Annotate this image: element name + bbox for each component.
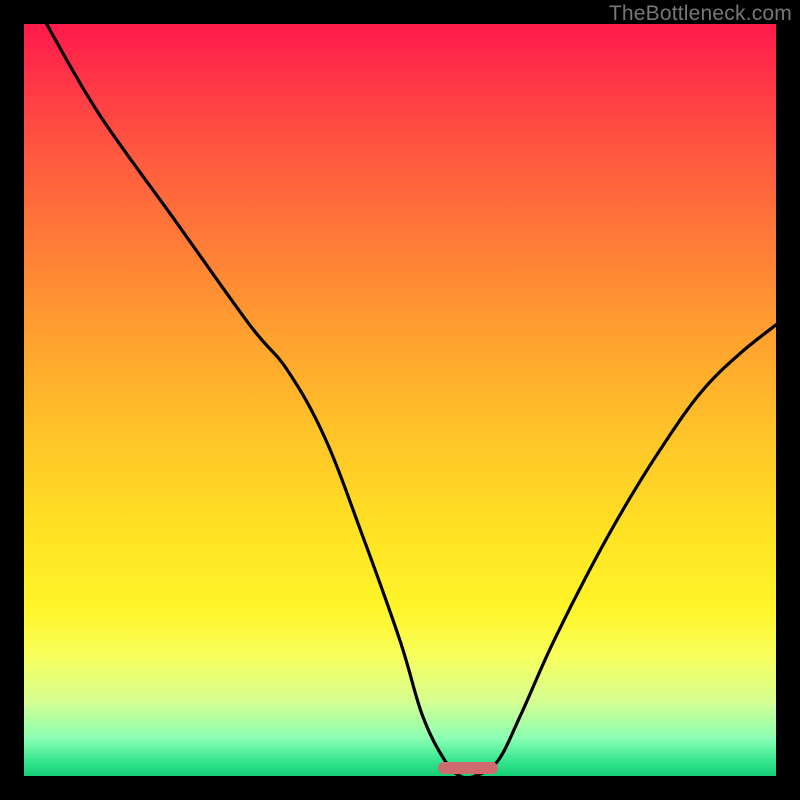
watermark-text: TheBottleneck.com xyxy=(609,2,792,26)
plot-area xyxy=(24,24,776,776)
bottleneck-curve xyxy=(24,24,776,776)
optimal-range-marker xyxy=(438,762,498,774)
chart-frame: TheBottleneck.com xyxy=(0,0,800,800)
